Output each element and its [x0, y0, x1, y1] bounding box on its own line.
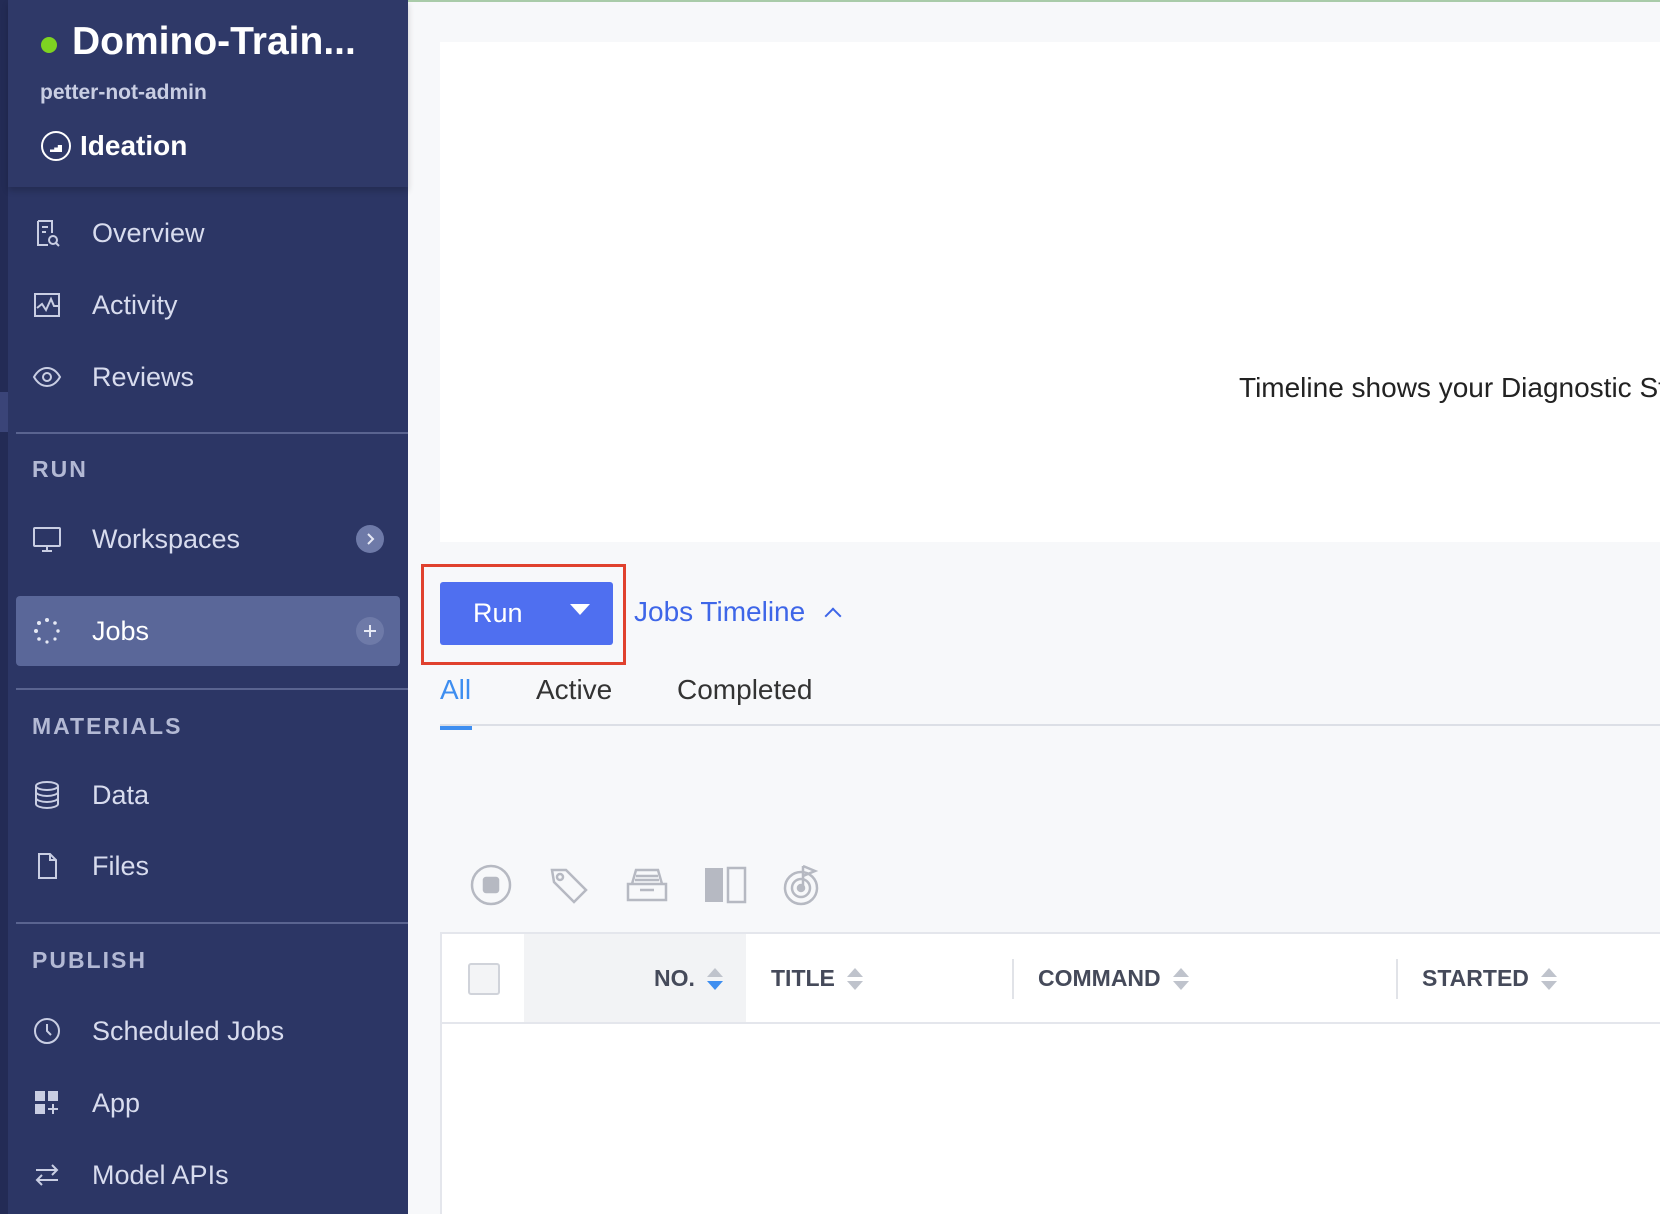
- section-title-run: RUN: [32, 456, 88, 482]
- sidebar-item-label: Reviews: [92, 361, 195, 392]
- sidebar-item-scheduled-jobs[interactable]: Scheduled Jobs: [16, 996, 400, 1066]
- sidebar-edge: [0, 0, 8, 1214]
- sidebar-item-files[interactable]: Files: [16, 831, 400, 901]
- tab-all[interactable]: All: [440, 674, 472, 730]
- jobs-table: NO. TITLE COMMAND STARTED: [440, 932, 1660, 1214]
- project-header: Domino-Train... petter-not-admin Ideatio…: [8, 0, 408, 187]
- sidebar-item-label: App: [92, 1087, 141, 1118]
- stage-icon: [41, 131, 71, 161]
- project-owner[interactable]: petter-not-admin: [40, 81, 207, 105]
- sidebar-item-label: Model APIs: [92, 1159, 229, 1190]
- run-button-label: Run: [473, 598, 523, 628]
- sidebar-item-label: Scheduled Jobs: [92, 1015, 285, 1046]
- column-label: NO.: [654, 965, 695, 991]
- sidebar-scroll-indicator: [0, 392, 8, 432]
- arrows-swap-icon: [32, 1160, 62, 1190]
- active-tab-indicator: [440, 726, 472, 730]
- column-header-command[interactable]: COMMAND: [1038, 965, 1189, 992]
- run-button[interactable]: Run: [440, 582, 613, 645]
- column-header-started[interactable]: STARTED: [1422, 965, 1557, 992]
- activity-icon: [32, 290, 62, 320]
- monitor-icon: [32, 524, 62, 554]
- tab-active[interactable]: Active: [536, 674, 612, 706]
- eye-icon: [32, 362, 62, 392]
- project-title[interactable]: Domino-Train...: [72, 20, 356, 64]
- sort-icon[interactable]: [706, 967, 723, 990]
- column-label: STARTED: [1422, 965, 1529, 991]
- jobs-timeline-toggle[interactable]: Jobs Timeline: [634, 596, 842, 628]
- sort-icon[interactable]: [1540, 967, 1557, 990]
- caret-down-icon[interactable]: [570, 604, 590, 615]
- tag-icon[interactable]: [546, 862, 592, 908]
- project-status-dot: [41, 37, 57, 53]
- chevron-up-icon: [824, 607, 842, 625]
- overview-icon: [32, 218, 62, 248]
- sidebar-item-label: Files: [92, 850, 150, 881]
- top-border: [408, 0, 1660, 2]
- jobs-timeline-panel: Timeline shows your Diagnostic St: [440, 42, 1660, 542]
- table-header: NO. TITLE COMMAND STARTED: [442, 934, 1660, 1024]
- sidebar-item-label: Jobs: [92, 615, 150, 646]
- sidebar-item-label: Data: [92, 779, 150, 810]
- sidebar-item-model-apis[interactable]: Model APIs: [16, 1140, 400, 1210]
- column-header-title[interactable]: TITLE: [771, 965, 863, 992]
- sidebar-item-workspaces[interactable]: Workspaces: [16, 504, 400, 574]
- compare-columns-icon[interactable]: [702, 862, 748, 908]
- sidebar-item-label: Activity: [92, 289, 178, 320]
- tab-label: All: [440, 674, 472, 705]
- jobs-timeline-label: Jobs Timeline: [634, 596, 806, 627]
- column-label: TITLE: [771, 965, 835, 991]
- stop-icon[interactable]: [468, 862, 514, 908]
- sidebar-divider: [16, 922, 408, 924]
- clock-icon: [32, 1016, 62, 1046]
- select-all-checkbox[interactable]: [468, 963, 500, 995]
- sidebar-divider: [16, 688, 408, 690]
- goal-target-icon[interactable]: [781, 862, 827, 908]
- job-status-tabs: All Active Completed: [440, 670, 1660, 730]
- section-title-materials: MATERIALS: [32, 713, 183, 739]
- column-separator[interactable]: [1012, 959, 1014, 999]
- column-separator[interactable]: [1396, 959, 1398, 999]
- project-stage[interactable]: Ideation: [41, 130, 187, 162]
- chevron-right-icon[interactable]: [356, 525, 384, 553]
- section-title-publish: PUBLISH: [32, 947, 147, 973]
- archive-icon[interactable]: [624, 862, 670, 908]
- database-icon: [32, 780, 62, 810]
- plus-icon[interactable]: [356, 617, 384, 645]
- column-header-no[interactable]: NO.: [654, 965, 723, 992]
- sidebar-item-activity[interactable]: Activity: [16, 270, 400, 340]
- timeline-empty-message: Timeline shows your Diagnostic St: [1239, 372, 1660, 403]
- tab-completed[interactable]: Completed: [677, 674, 812, 706]
- sidebar-item-data[interactable]: Data: [16, 760, 400, 830]
- app-grid-icon: [32, 1088, 62, 1118]
- sidebar-item-reviews[interactable]: Reviews: [16, 342, 400, 412]
- sidebar: Domino-Train... petter-not-admin Ideatio…: [0, 0, 408, 1214]
- sidebar-item-label: Overview: [92, 217, 205, 248]
- file-icon: [32, 851, 62, 881]
- sort-icon[interactable]: [1172, 967, 1189, 990]
- stage-label: Ideation: [80, 130, 188, 161]
- sidebar-item-overview[interactable]: Overview: [16, 198, 400, 268]
- sidebar-item-jobs[interactable]: Jobs: [16, 596, 400, 666]
- sidebar-item-app[interactable]: App: [16, 1068, 400, 1138]
- jobs-spinner-icon: [32, 616, 62, 646]
- sidebar-item-label: Workspaces: [92, 523, 241, 554]
- column-label: COMMAND: [1038, 965, 1161, 991]
- sort-icon[interactable]: [846, 967, 863, 990]
- sidebar-divider: [16, 432, 408, 434]
